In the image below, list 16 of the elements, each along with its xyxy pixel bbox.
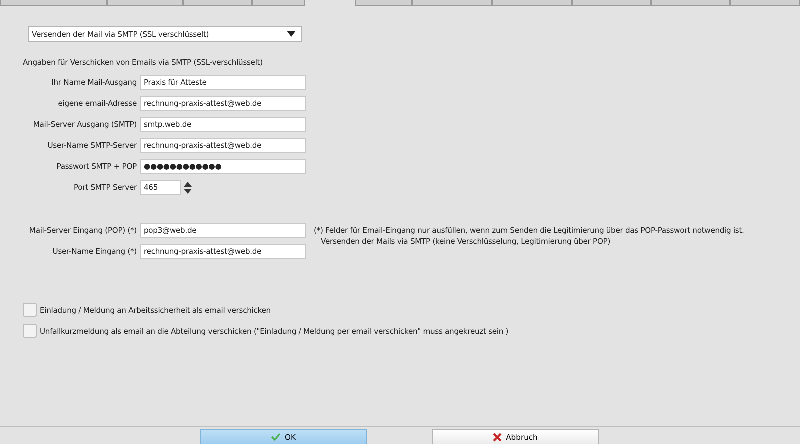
spinner-arrows-icon[interactable] <box>184 182 192 194</box>
dropdown-arrow-icon <box>287 31 296 37</box>
checkbox[interactable] <box>23 303 37 317</box>
checkmark-icon <box>271 433 282 441</box>
cross-icon <box>493 432 502 442</box>
tab[interactable] <box>355 0 412 6</box>
tab[interactable] <box>183 0 252 6</box>
tab[interactable] <box>492 0 572 6</box>
tab[interactable] <box>572 0 651 6</box>
tab[interactable] <box>412 0 492 6</box>
tab[interactable] <box>252 0 305 6</box>
tab[interactable] <box>730 0 800 6</box>
tab[interactable] <box>107 0 183 6</box>
checkbox[interactable] <box>23 324 37 338</box>
tab[interactable] <box>651 0 730 6</box>
tab[interactable] <box>0 0 107 6</box>
